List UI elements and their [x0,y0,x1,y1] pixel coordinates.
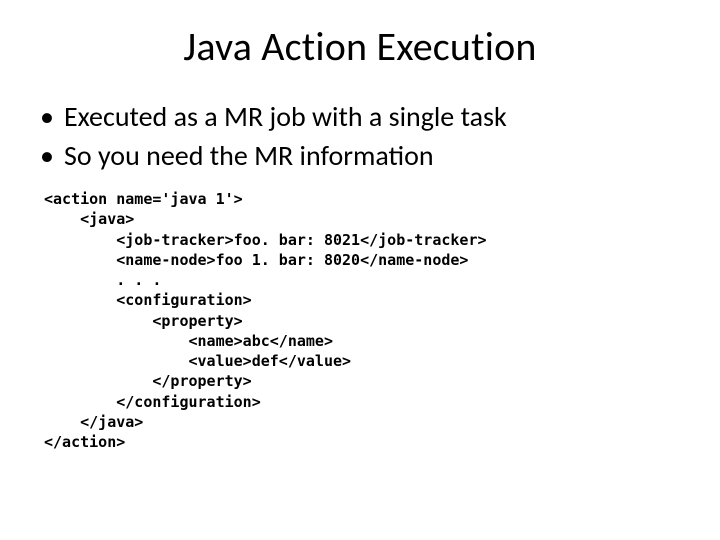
code-line: </configuration> [44,393,261,411]
bullet-list: Executed as a MR job with a single task … [40,99,680,173]
code-line: </property> [44,372,252,390]
code-line: <property> [44,312,243,330]
code-line: </action> [44,433,125,451]
slide: Java Action Execution Executed as a MR j… [0,0,720,540]
code-line: . . . [44,271,161,289]
bullet-item: So you need the MR information [40,138,680,173]
slide-title: Java Action Execution [40,22,680,71]
code-line: <java> [44,210,134,228]
code-line: <action name='java 1'> [44,190,243,208]
code-line: <configuration> [44,291,252,309]
bullet-item: Executed as a MR job with a single task [40,99,680,134]
code-line: </java> [44,413,143,431]
code-line: <job-tracker>foo. bar: 8021</job-tracker… [44,231,487,249]
code-line: <value>def</value> [44,352,351,370]
code-line: <name-node>foo 1. bar: 8020</name-node> [44,251,468,269]
code-block: <action name='java 1'> <java> <job-track… [44,189,680,452]
code-line: <name>abc</name> [44,332,333,350]
